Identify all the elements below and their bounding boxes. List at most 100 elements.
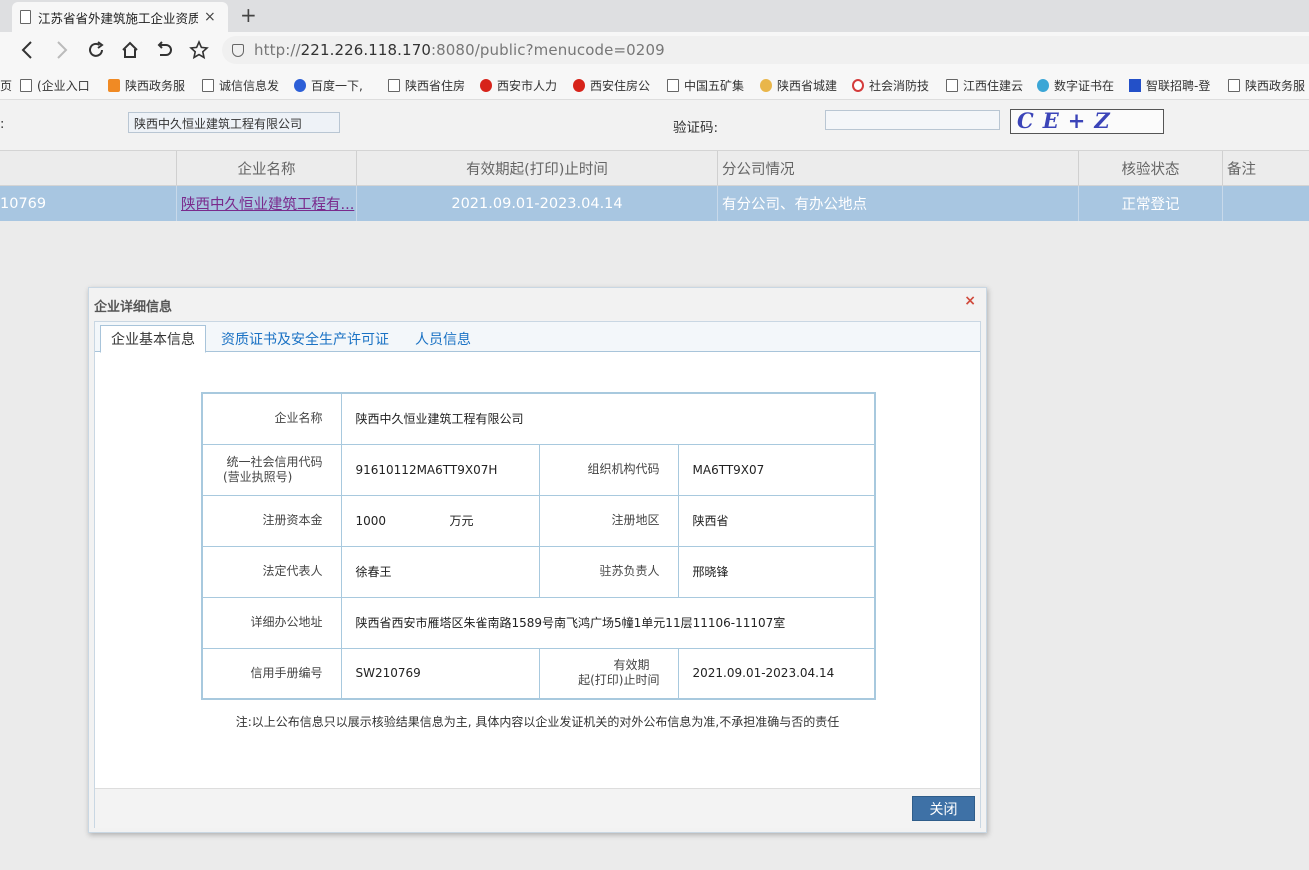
company-info-table: 企业名称 陕西中久恒业建筑工程有限公司 统一社会信用代码 (营业执照号) 9161… [201,392,876,700]
paw-icon [294,79,306,92]
new-tab-button[interactable]: + [240,3,257,27]
company-label: : [0,117,5,132]
table-row[interactable]: 10769 陕西中久恒业建筑工程有... 2021.09.01-2023.04.… [0,186,1309,221]
url-text: http://221.226.118.170:8080/public?menuc… [254,41,665,59]
swirl-icon [760,79,772,92]
browser-tabstrip: 江苏省省外建筑施工企业资质 × + [0,0,1309,32]
bookmark-item[interactable]: 社会消防技 [852,77,929,94]
tab-basic-info[interactable]: 企业基本信息 [100,325,206,353]
table-row: 信用手册编号 SW210769 有效期 起(打印)止时间 2021.09.01-2… [201,647,876,700]
row-branch: 有分公司、有办公地点 [718,186,1079,221]
resident-manager-value: 邢晓锋 [677,545,876,598]
bookmark-item[interactable]: 西安市人力 [480,77,557,94]
address-value: 陕西省西安市雁塔区朱雀南路1589号南飞鸿广场5幢1单元11层11106-111… [340,596,876,649]
bookmark-item[interactable]: 百度一下, [294,77,363,94]
bookmark-item[interactable]: 数字证书在 [1037,77,1114,94]
dialog-title: 企业详细信息 [94,300,173,315]
field-label: 注册资本金 [201,494,342,547]
dialog-tabbar: 企业基本信息 资质证书及安全生产许可证 人员信息 [95,322,980,353]
validity-value: 2021.09.01-2023.04.14 [677,647,876,700]
bookmark-item[interactable]: 陕西省城建 [760,77,837,94]
bookmark-item[interactable]: 中国五矿集 [667,77,744,94]
bookmark-item[interactable]: 陕西省住房 [388,77,465,94]
company-name-input[interactable]: 陕西中久恒业建筑工程有限公司 [128,112,340,133]
doc-icon [202,79,214,92]
bookmark-item[interactable]: 页 [0,77,12,94]
bookmark-item[interactable]: 智联招聘-登 [1129,77,1210,94]
bookmark-item[interactable]: 诚信信息发 [202,77,279,94]
company-detail-dialog: 企业详细信息 × 企业基本信息 资质证书及安全生产许可证 人员信息 企业名称 陕… [88,287,987,833]
org-code-value: MA6TT9X07 [677,443,876,496]
browser-tab[interactable]: 江苏省省外建筑施工企业资质 × [12,2,228,32]
bookmark-item[interactable]: 西安住房公 [573,77,650,94]
close-icon[interactable]: × [964,293,976,309]
company-link[interactable]: 陕西中久恒业建筑工程有... [181,193,354,214]
close-button[interactable]: 关闭 [912,796,975,821]
bookmark-item[interactable]: (企业入口 [20,77,90,94]
column-header-remark: 备注 [1227,161,1256,178]
captcha-input[interactable] [825,110,1000,130]
cert-icon [1037,79,1049,92]
zl-icon [1129,79,1141,92]
doc-icon [1228,79,1240,92]
field-label: 注册地区 [538,494,679,547]
forward-icon[interactable] [48,36,76,64]
back-icon[interactable] [13,36,41,64]
dialog-footer: 关闭 [95,788,980,828]
company-name-value: 陕西中久恒业建筑工程有限公司 [340,392,876,445]
field-label: 法定代表人 [201,545,342,598]
credit-code-value: 91610112MA6TT9X07H [340,443,540,496]
bookmark-item[interactable]: 江西住建云 [946,77,1023,94]
field-label: 企业名称 [201,392,342,445]
captcha-image[interactable]: CE+Z [1010,109,1164,134]
field-label: 统一社会信用代码 (营业执照号) [201,443,342,496]
bookmark-item[interactable]: 陕西政务服 [108,77,185,94]
row-company-cell: 陕西中久恒业建筑工程有... [177,186,357,221]
reload-icon[interactable] [82,36,110,64]
column-header-name: 企业名称 [177,151,357,185]
page-icon [20,10,31,24]
field-label: 驻苏负责人 [538,545,679,598]
home-icon[interactable] [116,36,144,64]
column-header-id [0,151,177,185]
undo-icon[interactable] [150,36,178,64]
column-header-branch: 分公司情况 [718,151,1079,185]
row-remark [1223,186,1309,221]
table-row: 法定代表人 徐春王 驻苏负责人 邢晓锋 [201,545,876,598]
field-label: 组织机构代码 [538,443,679,496]
results-table-header: 企业名称 有效期起(打印)止时间 分公司情况 核验状态 备注 [0,150,1309,186]
capital-value: 1000 万元 [340,494,540,547]
table-row: 详细办公地址 陕西省西安市雁塔区朱雀南路1589号南飞鸿广场5幢1单元11层11… [201,596,876,649]
tab-title: 江苏省省外建筑施工企业资质 [38,10,198,26]
manual-number-value: SW210769 [340,647,540,700]
doc-icon [667,79,679,92]
security-shield-icon [232,43,244,57]
table-row: 注册资本金 1000 万元 注册地区 陕西省 [201,494,876,547]
emblem-icon [480,79,492,92]
row-status: 正常登记 [1079,186,1223,221]
browser-toolbar: http://221.226.118.170:8080/public?menuc… [0,32,1309,68]
field-label: 详细办公地址 [201,596,342,649]
tab-personnel[interactable]: 人员信息 [408,325,478,353]
column-header-period: 有效期起(打印)止时间 [357,151,718,185]
doc-icon [946,79,958,92]
bookmarks-bar: 页 (企业入口 陕西政务服 诚信信息发 百度一下, 陕西省住房 西安市人力 西安… [0,68,1309,100]
tab-qualification[interactable]: 资质证书及安全生产许可证 [213,325,397,353]
column-header-status: 核验状态 [1079,151,1223,185]
orange-icon [108,79,120,92]
region-value: 陕西省 [677,494,876,547]
captcha-label: 验证码: [673,120,719,136]
doc-icon [388,79,400,92]
address-bar[interactable]: http://221.226.118.170:8080/public?menuc… [222,36,1309,64]
field-label: 信用手册编号 [201,647,342,700]
page-content: : 陕西中久恒业建筑工程有限公司 验证码: CE+Z 企业名称 有效期起(打印)… [0,100,1309,870]
bookmark-item[interactable]: 陕西政务服 [1228,77,1305,94]
bookmark-star-icon[interactable] [185,36,213,64]
doc-icon [20,79,32,92]
field-label: 有效期 起(打印)止时间 [538,647,679,700]
emblem-icon [573,79,585,92]
close-tab-icon[interactable]: × [204,9,216,25]
disclaimer-note: 注:以上公布信息只以展示核验结果信息为主, 具体内容以企业发证机关的对外公布信息… [235,715,840,729]
row-id: 10769 [0,186,177,221]
legal-rep-value: 徐春王 [340,545,540,598]
